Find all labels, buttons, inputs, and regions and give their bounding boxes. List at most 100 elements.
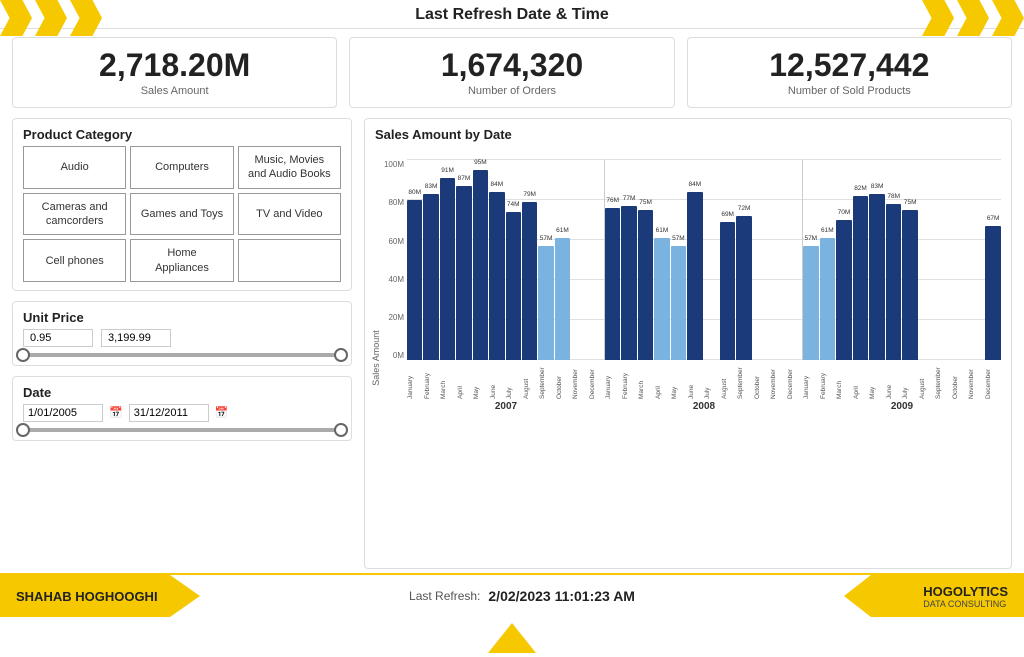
category-home-appliances[interactable]: Home Appliances bbox=[130, 239, 233, 282]
month-label-2007-6: July bbox=[506, 362, 523, 400]
bar-label-2008-0: 76M bbox=[606, 197, 619, 204]
y-tick-20m: 20M bbox=[375, 313, 407, 322]
y-tick-60m: 60M bbox=[375, 237, 407, 246]
bar-label-2007-1: 83M bbox=[425, 183, 438, 190]
month-label-2008-5: June bbox=[688, 362, 705, 400]
bar-col-2009-10 bbox=[969, 160, 985, 360]
unit-price-min[interactable] bbox=[23, 329, 93, 347]
month-label-2007-2: March bbox=[440, 362, 457, 400]
bar-col-2008-2: 75M bbox=[638, 160, 653, 360]
bar-col-2007-11 bbox=[588, 160, 603, 360]
bar-2009-0: 57M bbox=[803, 246, 819, 360]
date-end[interactable] bbox=[129, 404, 209, 422]
month-label-2007-11: December bbox=[589, 362, 606, 400]
bar-col-2007-10 bbox=[571, 160, 586, 360]
category-cameras[interactable]: Cameras and camcorders bbox=[23, 193, 126, 236]
category-tv-video[interactable]: TV and Video bbox=[238, 193, 341, 236]
author-text: SHAHAB HOGHOOGHI bbox=[16, 589, 158, 604]
bar-2009-5: 78M bbox=[886, 204, 902, 360]
category-audio[interactable]: Audio bbox=[23, 146, 126, 189]
unit-price-slider-thumb-left[interactable] bbox=[16, 348, 30, 362]
kpi-orders-value: 1,674,320 bbox=[441, 48, 583, 83]
bar-col-2007-7: 79M bbox=[522, 160, 537, 360]
header: Last Refresh Date & Time bbox=[0, 0, 1024, 29]
product-category-title: Product Category bbox=[23, 127, 341, 142]
month-label-2007-5: June bbox=[490, 362, 507, 400]
y-tick-100m: 100M bbox=[375, 160, 407, 169]
category-music-movies[interactable]: Music, Movies and Audio Books bbox=[238, 146, 341, 189]
bar-2008-5: 84M bbox=[687, 192, 702, 360]
chevron-icon bbox=[0, 0, 32, 36]
year-label-2009: 2009 bbox=[891, 401, 913, 412]
year-label-2008: 2008 bbox=[693, 401, 715, 412]
date-section: Date 📅 📅 bbox=[12, 376, 352, 441]
refresh-value: 2/02/2023 11:01:23 AM bbox=[488, 588, 635, 604]
category-cell-phones[interactable]: Cell phones bbox=[23, 239, 126, 282]
footer-brand: HOGOLYTICS DATA CONSULTING bbox=[844, 575, 1024, 617]
xaxis-year-2009: JanuaryFebruaryMarchAprilMayJuneJulyAugu… bbox=[803, 362, 1001, 412]
bar-label-2009-4: 83M bbox=[871, 183, 884, 190]
month-label-2009-10: November bbox=[968, 362, 985, 400]
bar-label-2009-5: 78M bbox=[887, 193, 900, 200]
month-label-2007-9: October bbox=[556, 362, 573, 400]
unit-price-slider[interactable] bbox=[23, 353, 341, 357]
bar-2008-1: 77M bbox=[621, 206, 636, 360]
unit-price-max[interactable] bbox=[101, 329, 171, 347]
unit-price-slider-thumb-right[interactable] bbox=[334, 348, 348, 362]
month-label-2008-10: November bbox=[770, 362, 787, 400]
footer-center: Last Refresh: 2/02/2023 11:01:23 AM bbox=[200, 588, 844, 604]
month-label-2008-6: July bbox=[704, 362, 721, 400]
date-slider[interactable] bbox=[23, 428, 341, 432]
bar-2009-2: 70M bbox=[836, 220, 852, 360]
bar-col-2008-9 bbox=[753, 160, 768, 360]
category-computers[interactable]: Computers bbox=[130, 146, 233, 189]
bar-col-2009-6: 75M bbox=[902, 160, 918, 360]
bar-2007-7: 79M bbox=[522, 202, 537, 360]
bar-col-2007-3: 87M bbox=[456, 160, 471, 360]
bar-col-2008-7: 69M bbox=[720, 160, 735, 360]
bar-col-2008-6 bbox=[704, 160, 719, 360]
bar-col-2009-7 bbox=[919, 160, 935, 360]
y-tick-80m: 80M bbox=[375, 198, 407, 207]
bar-2007-1: 83M bbox=[423, 194, 438, 360]
kpi-sold-products: 12,527,442 Number of Sold Products bbox=[687, 37, 1012, 108]
bar-label-2007-0: 80M bbox=[408, 189, 421, 196]
chevron-icon bbox=[35, 0, 67, 36]
bar-label-2009-1: 61M bbox=[821, 227, 834, 234]
bar-col-2009-4: 83M bbox=[869, 160, 885, 360]
bar-2007-5: 84M bbox=[489, 192, 504, 360]
month-label-2007-4: May bbox=[473, 362, 490, 400]
bar-label-2008-7: 69M bbox=[721, 211, 734, 218]
bar-col-2009-0: 57M bbox=[803, 160, 819, 360]
bar-col-2009-2: 70M bbox=[836, 160, 852, 360]
bar-2007-6: 74M bbox=[506, 212, 521, 360]
category-games-toys[interactable]: Games and Toys bbox=[130, 193, 233, 236]
xaxis-year-2008: JanuaryFebruaryMarchAprilMayJuneJulyAugu… bbox=[605, 362, 803, 412]
kpi-sold-label: Number of Sold Products bbox=[788, 85, 911, 97]
bar-label-2007-7: 79M bbox=[523, 191, 536, 198]
month-label-2009-3: April bbox=[853, 362, 870, 400]
bar-col-2008-8: 72M bbox=[736, 160, 751, 360]
month-label-2009-7: August bbox=[919, 362, 936, 400]
month-label-2008-4: May bbox=[671, 362, 688, 400]
month-label-2009-8: September bbox=[935, 362, 952, 400]
bar-col-2007-6: 74M bbox=[506, 160, 521, 360]
month-label-2007-10: November bbox=[572, 362, 589, 400]
main-container: Last Refresh Date & Time 2,718.20M Sales… bbox=[0, 0, 1024, 657]
bar-label-2009-11: 67M bbox=[987, 215, 1000, 222]
bar-2009-6: 75M bbox=[902, 210, 918, 360]
kpi-sales-amount: 2,718.20M Sales Amount bbox=[12, 37, 337, 108]
date-title: Date bbox=[23, 385, 341, 400]
brand-sub: DATA CONSULTING bbox=[923, 599, 1008, 609]
bar-label-2007-4: 95M bbox=[474, 159, 487, 166]
bar-col-2007-5: 84M bbox=[489, 160, 504, 360]
footer-author: SHAHAB HOGHOOGHI bbox=[0, 575, 200, 617]
date-start[interactable] bbox=[23, 404, 103, 422]
date-slider-thumb-right[interactable] bbox=[334, 423, 348, 437]
month-label-2009-11: December bbox=[985, 362, 1002, 400]
date-slider-thumb-left[interactable] bbox=[16, 423, 30, 437]
y-axis-label: Sales Amount bbox=[371, 330, 381, 386]
bar-col-2008-11 bbox=[786, 160, 801, 360]
bar-label-2007-9: 61M bbox=[556, 227, 569, 234]
kpi-sold-value: 12,527,442 bbox=[769, 48, 929, 83]
